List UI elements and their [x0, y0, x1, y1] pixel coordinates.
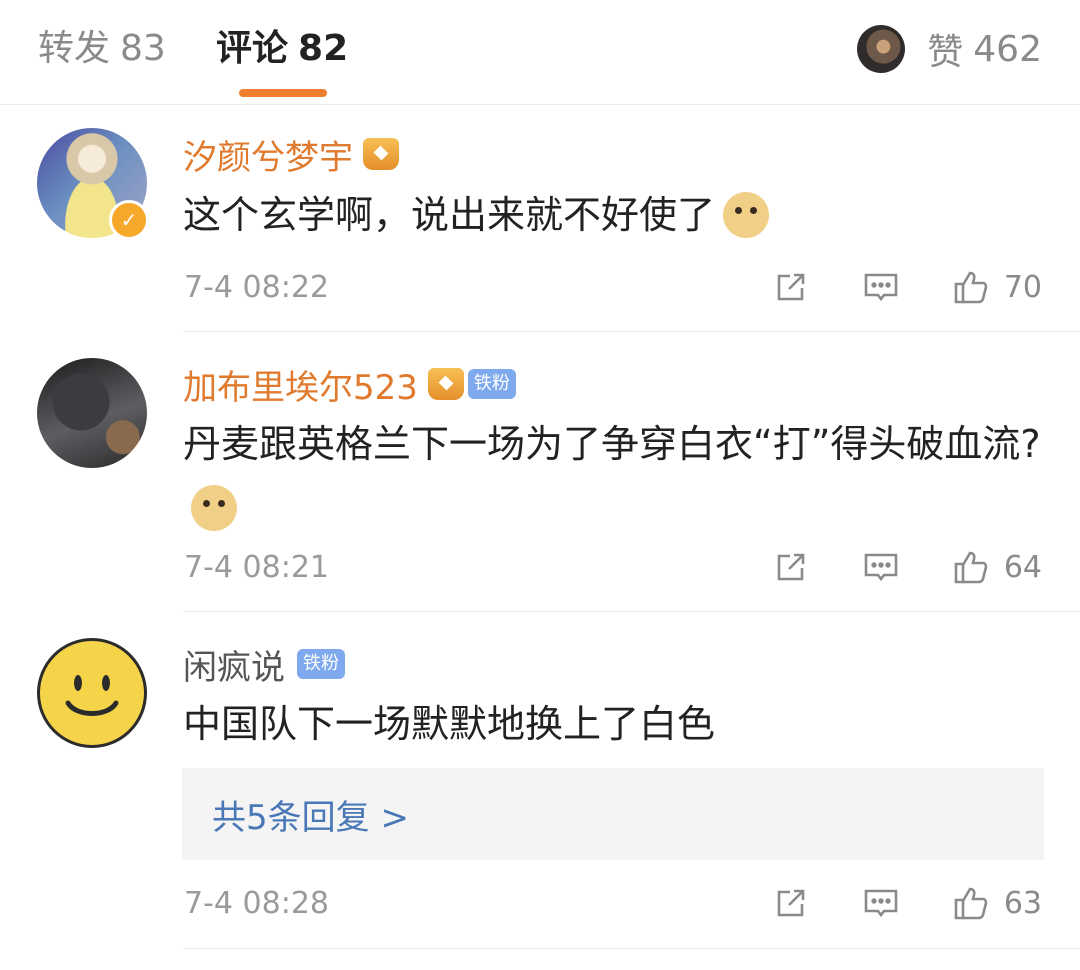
comment-actions: 64	[720, 548, 1042, 586]
avatar-image	[37, 638, 147, 748]
comment-body: 这个玄学啊，说出来就不好使了	[183, 193, 716, 237]
comment-time: 7-4 08:21	[184, 550, 329, 585]
name-row: 汐颜兮梦宇	[183, 130, 399, 178]
like-button[interactable]: 70	[952, 268, 1042, 306]
divider	[183, 611, 1080, 612]
username[interactable]: 汐颜兮梦宇	[183, 130, 353, 179]
tab-like-count: 462	[973, 28, 1042, 70]
username[interactable]: 闲疯说	[183, 640, 285, 689]
verified-badge-icon: ✓	[109, 200, 149, 240]
like-button[interactable]: 64	[952, 548, 1042, 586]
tab-comment[interactable]: 评论 82	[216, 26, 348, 72]
comment-text: 中国队下一场默默地换上了白色	[183, 692, 1043, 756]
comment-time: 7-4 08:28	[184, 886, 329, 921]
thumbs-up-icon	[952, 548, 990, 586]
comment-body: 丹麦跟英格兰下一场为了争穿白衣“打”得头破血流?	[183, 422, 1041, 466]
like-count: 70	[1003, 269, 1042, 305]
username[interactable]: 加布里埃尔523	[183, 360, 418, 409]
comment-icon[interactable]	[862, 884, 900, 922]
view-replies-link[interactable]: 共5条回复 >	[212, 790, 409, 839]
tab-repost-count: 83	[120, 28, 166, 69]
like-button[interactable]: 63	[952, 884, 1042, 922]
comment-tabs: 转发 83 评论 82 赞 462	[0, 0, 1080, 105]
fan-badge: 铁粉	[467, 369, 516, 399]
divider	[183, 948, 1080, 949]
avatar[interactable]	[37, 638, 147, 748]
tab-comment-count: 82	[298, 28, 349, 69]
divider	[183, 331, 1080, 332]
repost-icon[interactable]	[772, 884, 810, 922]
tab-repost[interactable]: 转发 83	[38, 26, 166, 72]
active-tab-indicator	[239, 89, 327, 97]
comment-icon[interactable]	[862, 268, 900, 306]
thumbs-up-icon	[952, 884, 990, 922]
avatar-image	[37, 358, 147, 468]
thumbs-up-icon	[952, 268, 990, 306]
name-row: 闲疯说 铁粉	[183, 640, 345, 688]
doge-emoji-icon	[191, 485, 237, 531]
tab-comment-label: 评论	[216, 28, 289, 69]
like-count: 64	[1003, 549, 1042, 585]
comment-text: 这个玄学啊，说出来就不好使了	[183, 183, 1043, 247]
comment-actions: 70	[720, 268, 1042, 306]
reply-preview[interactable]: 共5条回复 >	[182, 768, 1044, 860]
fan-badge: 铁粉	[297, 649, 345, 679]
tab-like[interactable]: 赞 462	[857, 24, 1042, 74]
tab-like-label: 赞	[927, 32, 964, 73]
tab-repost-label: 转发	[38, 28, 111, 69]
name-row: 加布里埃尔523 铁粉	[183, 360, 516, 408]
avatar[interactable]: ✓	[37, 128, 149, 240]
repost-icon[interactable]	[772, 548, 810, 586]
crown-icon	[363, 138, 399, 170]
comment-body: 中国队下一场默默地换上了白色	[183, 702, 716, 746]
liker-avatar	[857, 25, 906, 73]
doge-emoji-icon	[723, 192, 770, 238]
like-count: 63	[1003, 885, 1042, 921]
comment-icon[interactable]	[862, 548, 900, 586]
avatar[interactable]	[37, 358, 147, 468]
comment-actions: 63	[720, 884, 1042, 922]
repost-icon[interactable]	[772, 268, 810, 306]
comment-text: 丹麦跟英格兰下一场为了争穿白衣“打”得头破血流?	[183, 412, 1043, 540]
crown-icon	[427, 368, 464, 400]
comment-time: 7-4 08:22	[184, 270, 329, 305]
